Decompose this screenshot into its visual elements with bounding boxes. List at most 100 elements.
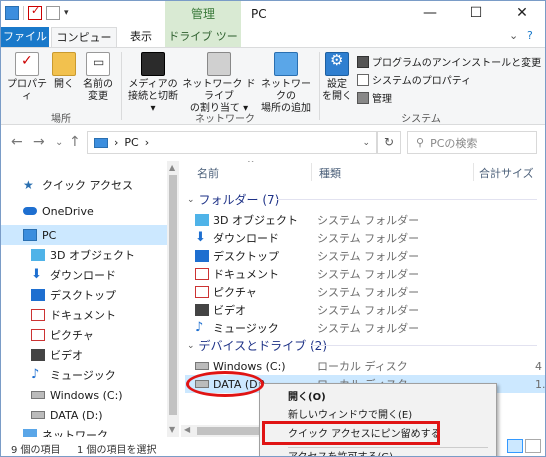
list-item[interactable]: ♪ ミュージック システム フォルダー [195,319,545,337]
list-item[interactable]: ピクチャ システム フォルダー [195,283,545,301]
tab-computer[interactable]: コンピューター [51,27,117,64]
group-header-folders[interactable]: ⌄ フォルダー (7) [187,191,279,208]
customize-qat-icon[interactable]: ▾ [64,8,69,18]
forward-button[interactable]: → [33,134,45,150]
map-drive-button[interactable]: ネットワーク ドライブ の割り当て ▾ [181,52,257,115]
pc-icon [94,137,108,148]
scroll-down-icon[interactable]: ▼ [169,425,175,434]
tab-file[interactable]: ファイル [1,27,49,47]
divider[interactable] [311,163,312,181]
tab-view[interactable]: 表示 [121,27,161,47]
item-name: ダウンロード [213,232,279,245]
group-label-location: 場所 [51,114,71,125]
breadcrumb-pc[interactable]: PC [124,136,138,149]
ribbon: ✓ プロパティ 開く ▭ 名前の 変更 場所 メディアの 接続と切断 ▾ ネット… [1,47,545,125]
collapse-ribbon-icon[interactable]: ⌄ [509,29,518,42]
close-button[interactable]: ✕ [499,1,545,27]
divider[interactable] [473,163,474,181]
nav-item-pc[interactable]: PC [1,225,167,245]
nav-item-quick-access[interactable]: ★ クイック アクセス [1,175,167,195]
nav-item-downloads[interactable]: ⬇ ダウンロード [1,265,167,285]
list-item[interactable]: Windows (C:) ローカル ディスク 4 [195,357,545,375]
folder-icon [52,52,76,76]
menu-item-give-access[interactable]: アクセスを許可する(G) [260,448,496,456]
nav-scrollbar[interactable]: ▲ ▼ [167,161,179,437]
back-button[interactable]: ← [11,134,23,150]
list-item[interactable]: デスクトップ システム フォルダー [195,247,545,265]
recent-locations-button[interactable]: ⌄ [55,137,63,148]
list-item[interactable]: ドキュメント システム フォルダー [195,265,545,283]
minimize-button[interactable]: — [407,1,453,27]
scroll-left-icon[interactable]: ◀ [184,425,190,434]
nav-item-pictures[interactable]: ピクチャ [1,325,167,345]
column-header-type[interactable]: 種類 [319,165,341,181]
properties-icon: ✓ [15,52,39,76]
nav-item-data-d[interactable]: DATA (D:) [1,405,167,425]
open-settings-button[interactable]: ⚙ 設定 を開く [321,52,353,103]
item-name: デスクトップ [213,250,279,263]
refresh-button[interactable]: ↻ [377,131,401,154]
properties-label: プロパティ [7,79,47,102]
menu-item-open[interactable]: 開く(O) [260,388,496,408]
navigation-bar: ← → ⌄ ↑ › PC › ⌄ ↻ ⚲ PCの検索 [1,125,545,161]
media-label-2: 接続と切断 ▾ [128,91,178,114]
list-item[interactable]: 3D オブジェクト システム フォルダー [195,211,545,229]
properties-button[interactable]: ✓ プロパティ [7,52,47,103]
help-icon[interactable]: ? [527,29,533,42]
nav-item-videos[interactable]: ビデオ [1,345,167,365]
list-item[interactable]: ⬇ ダウンロード システム フォルダー [195,229,545,247]
details-view-icon[interactable] [507,439,523,453]
nav-item-onedrive[interactable]: OneDrive [1,201,167,221]
item-type: システム フォルダー [317,322,420,335]
nav-item-documents[interactable]: ドキュメント [1,305,167,325]
item-type: システム フォルダー [317,304,420,317]
scroll-thumb[interactable] [169,175,177,415]
search-input[interactable]: ⚲ PCの検索 [407,131,537,154]
rename-icon: ▭ [86,52,110,76]
media-connect-button[interactable]: メディアの 接続と切断 ▾ [125,52,181,115]
music-note-icon: ♪ [31,367,40,382]
address-dropdown-icon[interactable]: ⌄ [362,138,370,148]
system-properties-button[interactable]: システムのプロパティ [357,72,471,87]
explorer-window: ▾ 管理 PC — ☐ ✕ ファイル コンピューター 表示 ドライブ ツール ⌄… [0,0,546,457]
nav-item-windows-c[interactable]: Windows (C:) [1,385,167,405]
manage-button[interactable]: 管理 [357,90,392,105]
title-bar: ▾ 管理 PC — ☐ ✕ [1,1,545,27]
pictures-icon [195,286,209,298]
group-title: デバイスとドライブ (2) [198,339,328,353]
status-selected-count: 1 個の項目を選択 [77,445,157,456]
large-icons-view-icon[interactable] [525,439,541,453]
address-chevron-2[interactable]: › [145,136,149,149]
column-header-name[interactable]: 名前 [197,165,219,181]
settings-label-1: 設定 [327,79,347,90]
up-button[interactable]: ↑ [69,134,81,150]
scroll-up-icon[interactable]: ▲ [169,163,175,172]
nav-item-desktop[interactable]: デスクトップ [1,285,167,305]
quick-access-toolbar: ▾ [5,4,69,20]
open-button[interactable]: 開く [49,52,79,91]
properties-qat-icon[interactable] [28,4,42,20]
group-title: フォルダー (7) [198,193,280,207]
add-network-location-button[interactable]: ネットワークの 場所の追加 [257,52,315,115]
music-note-icon: ♪ [195,320,204,335]
address-chevron[interactable]: › [114,136,118,149]
rename-button[interactable]: ▭ 名前の 変更 [81,52,115,103]
uninstall-icon [357,55,369,68]
nav-item-music[interactable]: ♪ ミュージック [1,365,167,385]
tab-drive-tools[interactable]: ドライブ ツール [165,27,241,63]
nav-item-label: DATA (D:) [50,408,103,422]
maximize-button[interactable]: ☐ [453,1,499,27]
column-header-size[interactable]: 合計サイズ [479,165,534,181]
group-header-drives[interactable]: ⌄ デバイスとドライブ (2) [187,337,327,354]
network-location-icon [274,52,298,76]
desktop-icon [195,250,209,262]
address-bar[interactable]: › PC › ⌄ [87,131,377,154]
list-item[interactable]: ビデオ システム フォルダー [195,301,545,319]
new-folder-qat-icon[interactable] [46,6,60,20]
nav-item-network[interactable]: ネットワーク [1,425,167,437]
uninstall-programs-button[interactable]: プログラムのアンインストールと変更 [357,54,541,69]
nav-item-3d-objects[interactable]: 3D オブジェクト [1,245,167,265]
manage-tab[interactable]: 管理 [165,1,241,27]
annotation-highlight-box [262,421,440,445]
nav-item-label: ネットワーク [42,429,108,437]
